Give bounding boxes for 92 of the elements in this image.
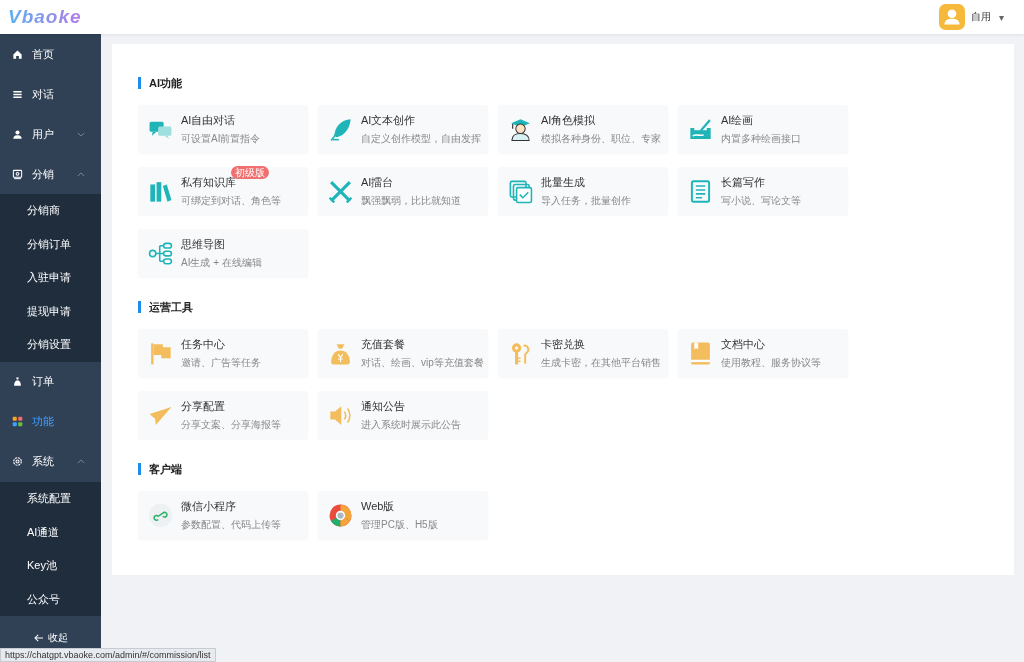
- feature-card[interactable]: AI文本创作 自定义创作模型，自由发挥: [318, 105, 488, 153]
- feature-card[interactable]: AI角色模拟 模拟各种身份、职位、专家: [498, 105, 668, 153]
- feature-card[interactable]: 长篇写作 写小说、写论文等: [678, 167, 848, 215]
- submenu-item[interactable]: AI通道: [0, 515, 101, 550]
- submenu-item[interactable]: Key池: [0, 549, 101, 583]
- card-title: 分享配置: [181, 398, 225, 414]
- feature-card[interactable]: 微信小程序 参数配置、代码上传等: [138, 491, 308, 539]
- card-description: 可绑定到对话、角色等: [181, 193, 281, 208]
- card-description: 进入系统时展示此公告: [361, 417, 461, 432]
- home-icon: [12, 48, 23, 60]
- menu-icon: [12, 88, 23, 100]
- section-title: AI功能: [138, 77, 988, 89]
- sidebar-item[interactable]: 订单: [0, 361, 101, 402]
- submenu-item[interactable]: 公众号: [0, 582, 101, 617]
- submenu-item[interactable]: 分销商: [0, 194, 101, 228]
- feature-card[interactable]: 私有知识库 初级版 可绑定到对话、角色等: [138, 167, 308, 215]
- document-scroll-icon: [688, 178, 713, 204]
- card-title: 通知公告: [361, 398, 405, 414]
- card-description: 可设置AI前置指令: [181, 131, 261, 146]
- card-description: 邀请、广告等任务: [181, 355, 261, 370]
- card-description: 自定义创作模型，自由发挥: [361, 131, 481, 146]
- feature-card[interactable]: 卡密兑换 生成卡密，在其他平台销售: [498, 329, 668, 377]
- section-title: 运营工具: [138, 301, 988, 313]
- card-description: 使用教程、服务协议等: [721, 355, 821, 370]
- sidebar-item[interactable]: 对话: [0, 74, 101, 114]
- feature-card[interactable]: AI自由对话 可设置AI前置指令: [138, 105, 308, 153]
- feature-card[interactable]: 任务中心 邀请、广告等任务: [138, 329, 308, 377]
- card-title: AI绘画: [721, 112, 754, 128]
- crossed-swords-icon: [328, 178, 353, 204]
- feature-card[interactable]: 思维导图 AI生成 + 在线编辑: [138, 229, 308, 277]
- feather-icon: [328, 116, 353, 142]
- collapse-button[interactable]: 收起: [29, 629, 72, 647]
- card-description: 生成卡密，在其他平台销售: [541, 355, 661, 370]
- card-title: 文档中心: [721, 336, 765, 352]
- submenu-item[interactable]: 分销订单: [0, 227, 101, 262]
- wallet-icon: [12, 168, 23, 180]
- card-description: 参数配置、代码上传等: [181, 517, 281, 532]
- card-title: 微信小程序: [181, 498, 236, 514]
- card-title: 任务中心: [181, 336, 225, 352]
- submenu-item[interactable]: 入驻申请: [0, 261, 101, 295]
- graduate-icon: [508, 116, 533, 142]
- feature-card[interactable]: 批量生成 导入任务，批量创作: [498, 167, 668, 215]
- feature-card[interactable]: Web版 管理PC版、H5版: [318, 491, 488, 539]
- card-description: 导入任务，批量创作: [541, 193, 631, 208]
- feature-card[interactable]: 充值套餐 对话、绘画、vip等充值套餐: [318, 329, 488, 377]
- user-avatar-icon[interactable]: [938, 4, 965, 30]
- link-icon: [148, 502, 173, 528]
- card-description: 管理PC版、H5版: [361, 517, 438, 532]
- feature-card[interactable]: 分享配置 分享文案、分享海报等: [138, 391, 308, 439]
- user-icon: [12, 128, 23, 140]
- mind-map-icon: [148, 240, 173, 266]
- card-description: 分享文案、分享海报等: [181, 417, 281, 432]
- settings-icon: [12, 456, 23, 468]
- card-description: 写小说、写论文等: [721, 193, 801, 208]
- status-url-tooltip: https://chatgpt.vbaoke.com/admin/#/commission/list: [0, 648, 216, 662]
- card-description: 模拟各种身份、职位、专家: [541, 131, 661, 146]
- feature-card[interactable]: AI绘画 内置多种绘画接口: [678, 105, 848, 153]
- feature-card[interactable]: 通知公告 进入系统时展示此公告: [318, 391, 488, 439]
- flag-icon: [148, 340, 173, 366]
- card-description: 对话、绘画、vip等充值套餐: [361, 355, 484, 370]
- book-icon: [688, 340, 713, 366]
- card-title: 长篇写作: [721, 174, 765, 190]
- card-title: 卡密兑换: [541, 336, 585, 352]
- card-title: AI擂台: [361, 174, 394, 190]
- user-name[interactable]: 自用: [970, 10, 991, 24]
- sidebar-item[interactable]: 功能: [0, 401, 101, 442]
- card-title: AI自由对话: [181, 112, 236, 128]
- grid-icon: [12, 416, 23, 428]
- submenu-item[interactable]: 系统配置: [0, 481, 101, 516]
- submenu-item[interactable]: 提现申请: [0, 294, 101, 329]
- sidebar-item[interactable]: 用户: [0, 114, 101, 154]
- stacked-pages-icon: [508, 178, 533, 204]
- section-title: 客户端: [138, 463, 988, 475]
- feature-card[interactable]: 文档中心 使用教程、服务协议等: [678, 329, 848, 377]
- card-title: AI角色模拟: [541, 112, 596, 128]
- card-description: 内置多种绘画接口: [721, 131, 801, 146]
- card-title: 批量生成: [541, 174, 585, 190]
- submenu-item[interactable]: 分销设置: [0, 328, 101, 362]
- card-title: 充值套餐: [361, 336, 405, 352]
- card-title: 思维导图: [181, 236, 225, 252]
- sidebar-item[interactable]: 分销: [0, 154, 101, 194]
- card-description: AI生成 + 在线编辑: [181, 255, 262, 270]
- feature-card[interactable]: AI擂台 飘强飘弱，比比就知道: [318, 167, 488, 215]
- card-title: Web版: [361, 498, 395, 514]
- card-title: AI文本创作: [361, 112, 416, 128]
- caret-icon[interactable]: ▾: [998, 11, 1004, 23]
- browser-logo-icon: [328, 502, 353, 528]
- arrow-left-icon: [33, 634, 44, 642]
- sidebar-item[interactable]: 系统: [0, 441, 101, 482]
- money-bag-icon: [12, 376, 23, 388]
- sidebar-item[interactable]: 首页: [0, 34, 101, 74]
- card-description: 飘强飘弱，比比就知道: [361, 193, 461, 208]
